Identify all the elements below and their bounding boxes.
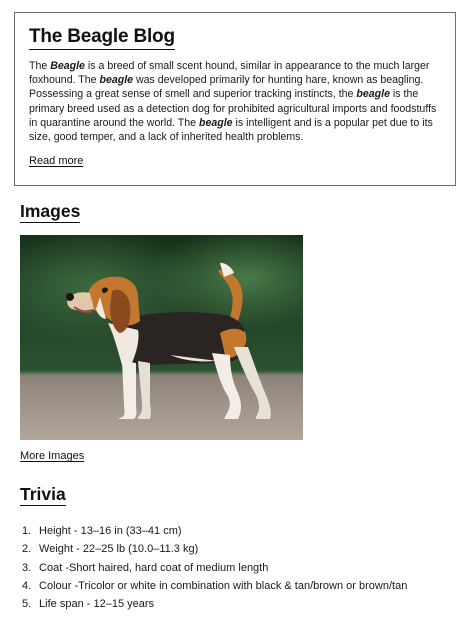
images-heading: Images xyxy=(20,201,81,223)
beagle-photo xyxy=(20,235,303,440)
trivia-item-text: Life span - 12–15 years xyxy=(36,598,155,611)
blog-paragraph: The Beagle is a breed of small scent hou… xyxy=(29,60,437,144)
blog-card: The Beagle Blog The Beagle is a breed of… xyxy=(14,12,456,186)
read-more-link[interactable]: Read more xyxy=(29,155,83,167)
trivia-item-number: 3. xyxy=(22,561,32,574)
breed-name-emphasis: beagle xyxy=(99,74,134,87)
trivia-item: 3. Coat -Short haired, hard coat of medi… xyxy=(22,559,407,577)
trivia-item-number: 4. xyxy=(22,579,32,592)
trivia-item-text: Height - 13–16 in (33–41 cm) xyxy=(36,525,182,537)
trivia-item: 2. Weight - 22–25 lb (10.0–11.3 kg) xyxy=(22,540,407,558)
trivia-item: 4. Colour -Tricolor or white in combinat… xyxy=(22,577,407,595)
breed-name-emphasis: beagle xyxy=(199,116,233,129)
trivia-item-number: 1. xyxy=(22,525,32,537)
trivia-item-text: Weight - 22–25 lb (10.0–11.3 kg) xyxy=(36,543,199,556)
trivia-list: 1. Height - 13–16 in (33–41 cm) 2. Weight… xyxy=(22,522,407,613)
trivia-item-text: Coat -Short haired, hard coat of medium … xyxy=(36,561,269,574)
trivia-heading: Trivia xyxy=(20,484,66,506)
trivia-item: 1. Height - 13–16 in (33–41 cm) xyxy=(22,522,407,540)
more-images-link[interactable]: More Images xyxy=(20,450,84,462)
breed-name-emphasis: Beagle xyxy=(50,60,85,72)
trivia-item: 5. Life span - 12–15 years xyxy=(22,595,407,613)
breed-name-emphasis: beagle xyxy=(356,88,390,101)
trivia-item-text: Colour -Tricolor or white in combination… xyxy=(36,579,408,592)
trivia-item-number: 5. xyxy=(22,598,32,611)
trivia-item-number: 2. xyxy=(22,543,32,556)
blog-title: The Beagle Blog xyxy=(29,25,175,50)
